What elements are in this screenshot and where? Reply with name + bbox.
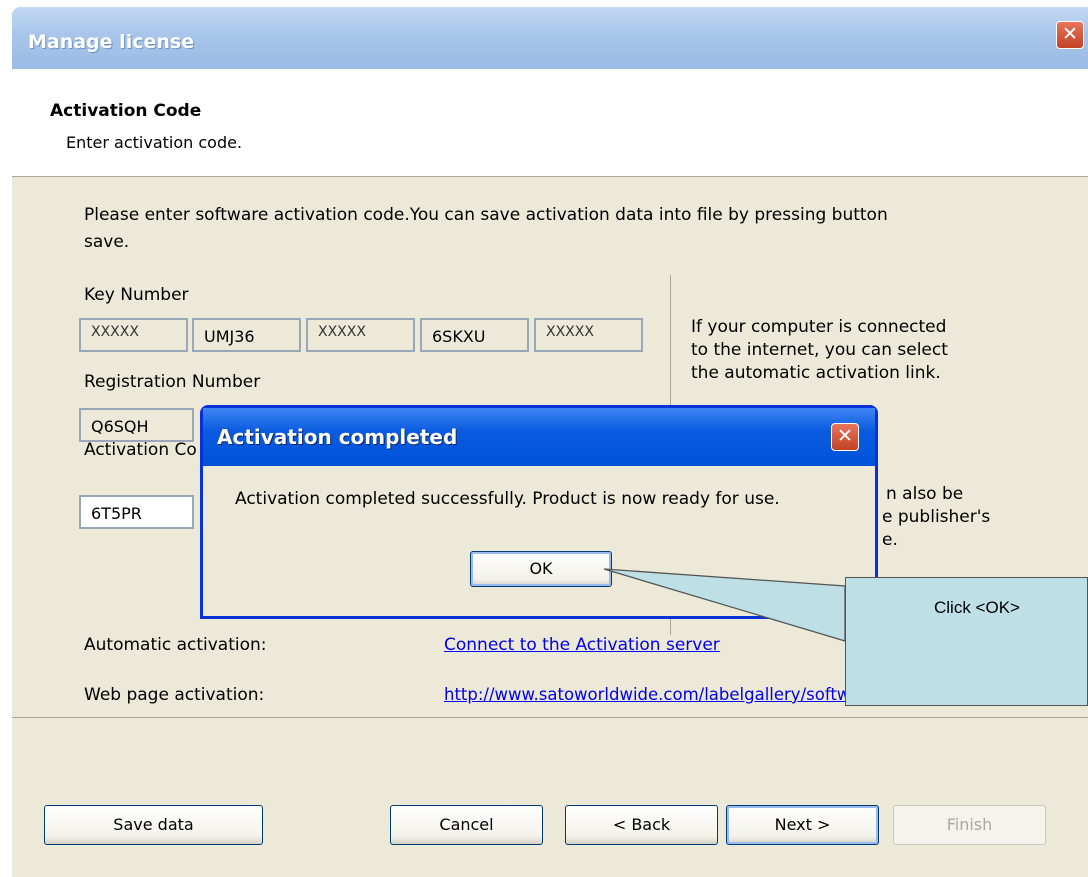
callout-pointer	[603, 568, 846, 642]
callout-text: Click <OK>	[934, 598, 1020, 617]
manage-license-window: Manage license ✕ Activation Code Enter a…	[0, 0, 1088, 877]
callout-box: Click <OK>	[845, 577, 1088, 706]
